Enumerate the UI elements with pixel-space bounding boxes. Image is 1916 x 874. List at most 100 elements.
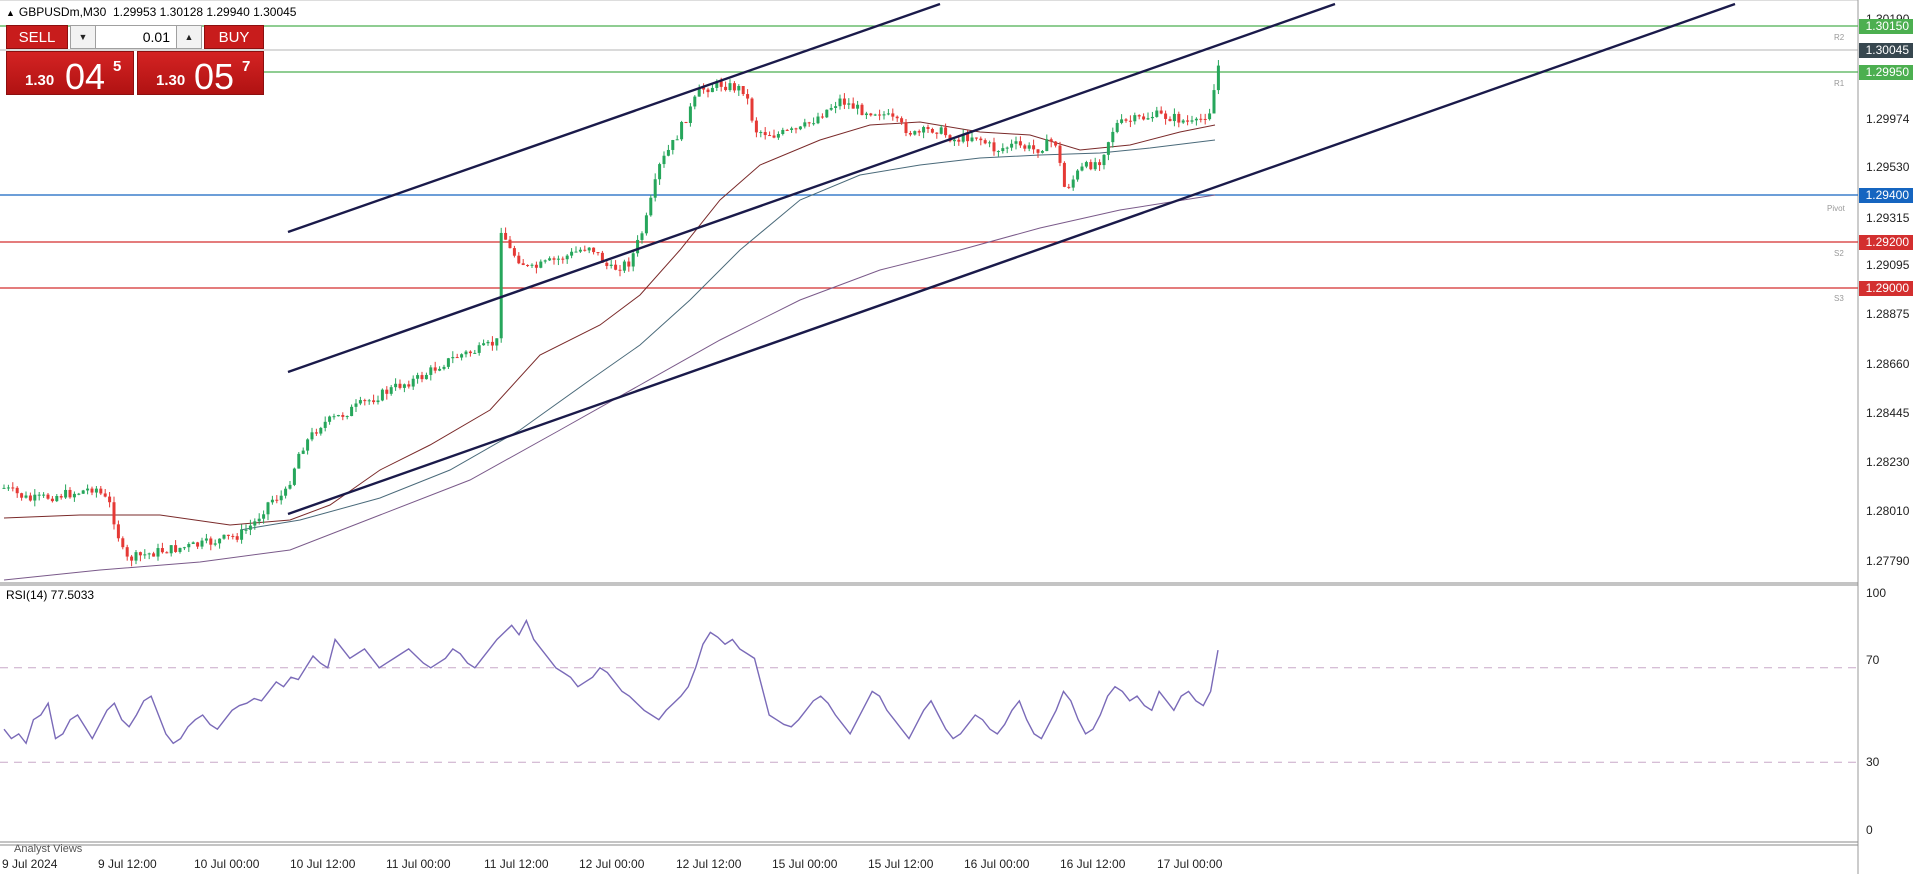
one-click-trading-panel: SELL ▼ ▲ BUY 1.30 04 5 1.30 05 7 xyxy=(6,25,264,97)
candle-body xyxy=(314,432,318,434)
price-axis-label: 1.29315 xyxy=(1866,211,1910,225)
candle-body xyxy=(341,415,345,417)
candle-body xyxy=(226,534,230,536)
candle-body xyxy=(864,113,868,116)
candle-body xyxy=(666,149,670,156)
candle-body xyxy=(763,132,767,136)
chart-canvas[interactable] xyxy=(0,0,1916,874)
candlestick-series xyxy=(2,60,1220,567)
candle-body xyxy=(248,525,252,530)
candle-body xyxy=(77,493,81,495)
candle-body xyxy=(37,494,41,496)
candle-body xyxy=(750,98,754,121)
candle-body xyxy=(64,489,68,498)
candle-body xyxy=(72,493,76,498)
rsi-tick-100: 100 xyxy=(1866,586,1887,600)
candle-body xyxy=(125,547,129,557)
candle-body xyxy=(724,86,728,91)
candle-body xyxy=(952,139,956,142)
candle-body xyxy=(319,427,323,434)
candle-body xyxy=(1115,122,1119,132)
volume-input[interactable] xyxy=(96,25,176,49)
candle-body xyxy=(477,345,481,353)
candle-body xyxy=(451,357,455,359)
candle-body xyxy=(653,179,657,198)
candle-body xyxy=(156,548,160,557)
candle-body xyxy=(301,450,305,454)
analyst-views-tab[interactable]: Analyst Views xyxy=(14,843,82,855)
candle-body xyxy=(323,421,327,428)
candle-body xyxy=(1186,120,1190,122)
candle-body xyxy=(1155,110,1159,117)
candle-body xyxy=(372,400,376,403)
candle-body xyxy=(1058,145,1062,163)
candle-body xyxy=(526,265,530,267)
candle-body xyxy=(556,258,560,260)
candle-body xyxy=(495,338,499,346)
trend-channels[interactable] xyxy=(287,2,1736,516)
candle-body xyxy=(1172,113,1176,122)
candle-body xyxy=(996,151,1000,153)
candle-body xyxy=(429,367,433,375)
candle-body xyxy=(442,366,446,369)
candle-body xyxy=(1212,90,1216,114)
candle-body xyxy=(42,494,46,496)
candle-body xyxy=(1133,115,1137,122)
candle-body xyxy=(310,432,314,440)
candle-body xyxy=(433,367,437,371)
candle-body xyxy=(1146,118,1150,120)
candle-body xyxy=(187,543,191,548)
candle-body xyxy=(411,378,415,387)
candle-body xyxy=(468,351,472,354)
candle-body xyxy=(851,103,855,109)
time-axis-label: 15 Jul 00:00 xyxy=(772,857,838,871)
candle-body xyxy=(402,384,406,388)
candle-body xyxy=(820,116,824,118)
candle-body xyxy=(240,529,244,540)
sell-price-fraction: 5 xyxy=(113,58,122,75)
buy-price-main: 05 xyxy=(194,56,235,97)
candle-body xyxy=(609,264,613,266)
channel-line xyxy=(287,2,1736,516)
candle-body xyxy=(143,554,147,556)
candle-body xyxy=(1014,141,1018,144)
buy-price-button[interactable]: 1.30 05 7 xyxy=(137,51,264,97)
candle-body xyxy=(627,261,631,267)
candle-body xyxy=(363,400,367,402)
sell-price-prefix: 1.30 xyxy=(25,72,55,89)
sell-price-button[interactable]: 1.30 04 5 xyxy=(6,51,134,97)
candle-body xyxy=(521,263,525,266)
candle-body xyxy=(112,502,116,525)
candle-body xyxy=(508,239,512,249)
candle-body xyxy=(1023,145,1027,149)
candle-body xyxy=(1199,118,1203,120)
candle-body xyxy=(328,416,332,422)
candle-body xyxy=(746,94,750,99)
candle-body xyxy=(552,258,556,260)
candle-body xyxy=(649,197,653,216)
candle-body xyxy=(24,495,28,498)
candle-body xyxy=(147,553,151,555)
candle-body xyxy=(116,524,120,539)
volume-increase-button[interactable]: ▲ xyxy=(176,25,202,49)
time-axis-label: 11 Jul 12:00 xyxy=(484,857,549,871)
candle-body xyxy=(869,113,873,116)
candle-body xyxy=(46,494,50,499)
candle-body xyxy=(165,552,169,554)
candle-body xyxy=(270,499,274,503)
candle-body xyxy=(253,521,257,526)
candle-body xyxy=(486,341,490,344)
candle-body xyxy=(539,261,543,268)
candle-body xyxy=(196,542,200,547)
sell-button[interactable]: SELL xyxy=(6,25,68,49)
candle-body xyxy=(596,252,600,254)
buy-button[interactable]: BUY xyxy=(204,25,264,49)
candle-body xyxy=(737,86,741,91)
candle-body xyxy=(2,487,6,489)
candle-body xyxy=(1111,131,1115,143)
candle-body xyxy=(262,514,266,519)
candle-body xyxy=(284,488,288,496)
volume-decrease-button[interactable]: ▼ xyxy=(70,25,96,49)
candle-body xyxy=(1194,118,1198,121)
candle-body xyxy=(658,164,662,180)
